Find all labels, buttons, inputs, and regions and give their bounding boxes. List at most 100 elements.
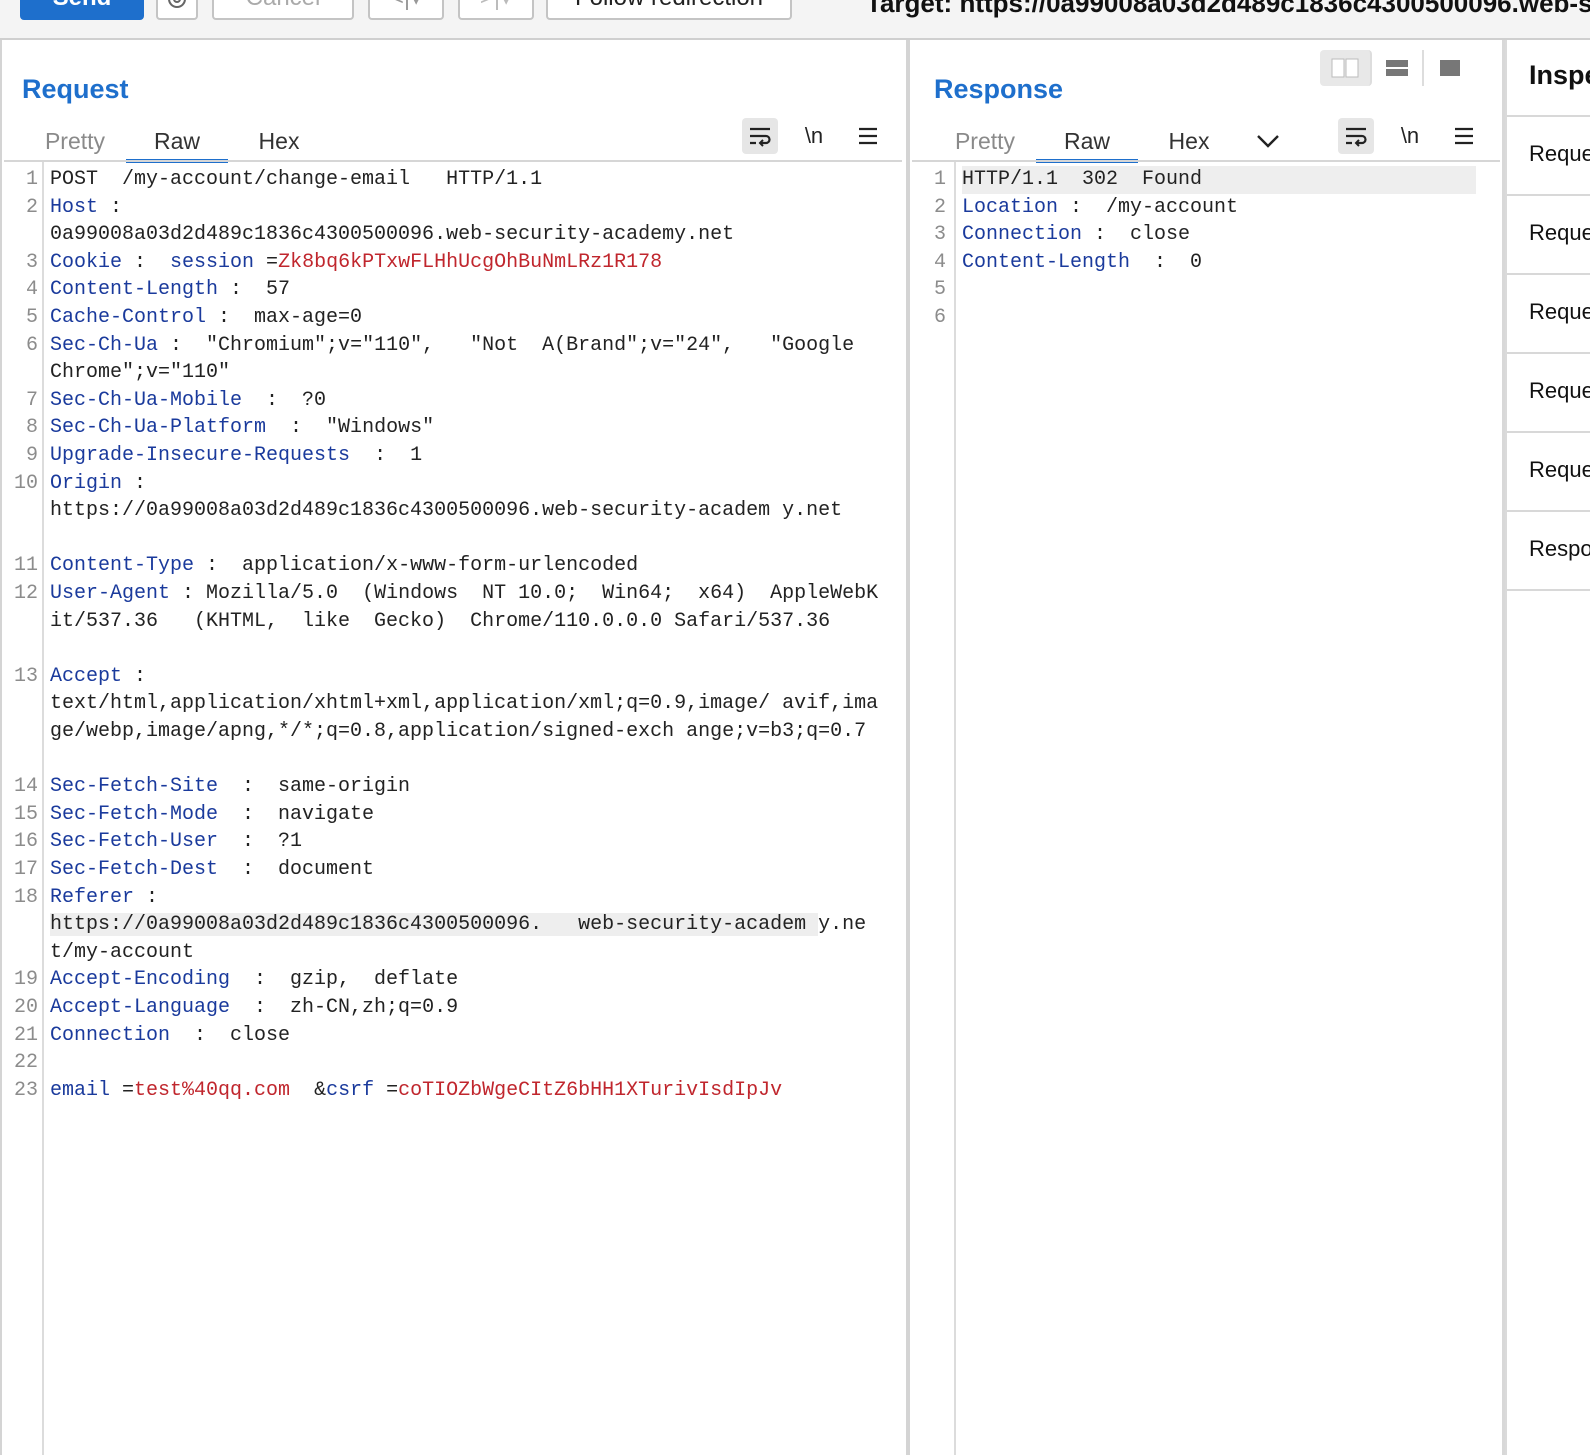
param-equals: = <box>110 1078 135 1102</box>
line-number: 3 <box>933 223 946 247</box>
menu-icon[interactable] <box>850 118 886 154</box>
request-line-start: POST /my-account/change-email HTTP/1.1 <box>50 168 543 191</box>
header-name: Content-Type <box>50 554 195 578</box>
header-value: : application/x-www-form-urlencoded <box>194 554 639 578</box>
response-gutter <box>910 162 956 1455</box>
line-number: 11 <box>13 554 38 578</box>
header-value: : close <box>1082 223 1191 247</box>
line-number: 1 <box>933 168 946 191</box>
line-number: 5 <box>933 278 946 302</box>
header-value: : same-origin <box>218 775 411 799</box>
cancel-button[interactable]: Cancel <box>212 0 354 20</box>
response-tab-raw[interactable]: Raw <box>1036 120 1138 163</box>
line-number: 6 <box>933 306 946 329</box>
inspector-response-headers[interactable]: Response headers <box>1507 512 1590 591</box>
header-value: : navigate <box>218 802 375 826</box>
settings-button[interactable] <box>156 0 198 20</box>
inspector-request-query-parameters[interactable]: Request query parameters <box>1507 196 1590 275</box>
line-number: 19 <box>13 968 38 992</box>
gear-icon <box>168 0 186 8</box>
inspector-request-body-parameters[interactable]: Request body parameters <box>1507 275 1590 354</box>
header-value: https://0a99008a03d2d489c1836c4300500096… <box>50 913 819 937</box>
header-separator: : <box>98 195 123 219</box>
request-tab-raw[interactable]: Raw <box>126 120 228 163</box>
header-value: : document <box>218 858 375 881</box>
header-name: Host <box>50 195 99 219</box>
header-value: : ?0 <box>242 388 327 412</box>
header-name: Sec-Ch-Ua <box>50 333 159 357</box>
header-value: 0a99008a03d2d489c1836c4300500096.web-sec… <box>50 223 735 247</box>
line-number: 12 <box>13 582 38 605</box>
line-number: 7 <box>25 388 38 412</box>
header-value: https://0a99008a03d2d489c1836c4300500096… <box>50 499 843 523</box>
inspector-request-attributes[interactable]: Request attributes <box>1507 117 1590 196</box>
header-value: : "Chromium";v="110", "Not A(Brand";v="2… <box>50 333 879 385</box>
param-name: csrf <box>326 1078 375 1102</box>
split-horizontal-icon[interactable] <box>1320 50 1372 86</box>
header-name: Accept-Language <box>50 996 231 1019</box>
history-forward-label: >|▾ <box>480 0 512 12</box>
inspector-request-cookies[interactable]: Request cookies <box>1507 354 1590 433</box>
line-number: 9 <box>25 444 38 467</box>
wrap-lines-icon[interactable] <box>1338 118 1374 154</box>
header-value: : 1 <box>350 444 423 467</box>
chevron-down-icon[interactable] <box>1240 120 1296 162</box>
param-name: email <box>50 1078 111 1102</box>
newline-toggle[interactable]: \n <box>796 118 832 154</box>
header-name: Sec-Fetch-Site <box>50 775 219 799</box>
line-number: 4 <box>933 250 946 274</box>
response-tab-pretty[interactable]: Pretty <box>934 120 1036 162</box>
line-number: 14 <box>13 775 38 799</box>
header-value: : close <box>170 1023 291 1047</box>
history-back-button[interactable]: <|▾ <box>368 0 444 20</box>
line-number: 21 <box>13 1023 38 1047</box>
wrap-lines-icon[interactable] <box>742 118 778 154</box>
target-prefix: Target: <box>866 0 953 18</box>
inspector-request-headers[interactable]: Request headers <box>1507 433 1590 512</box>
target-host[interactable]: Target: https://0a99008a03d2d489c1836c43… <box>866 0 1590 19</box>
single-pane-icon[interactable] <box>1424 50 1476 86</box>
cookie-name: session <box>170 250 255 274</box>
follow-redirection-button[interactable]: Follow redirection <box>546 0 792 20</box>
header-value: : max-age=0 <box>206 306 363 329</box>
history-forward-button[interactable]: >|▾ <box>458 0 534 20</box>
line-number: 17 <box>13 858 38 881</box>
header-name: Origin <box>50 471 123 495</box>
header-name: Accept <box>50 664 123 688</box>
header-separator: : <box>122 250 171 274</box>
cancel-label: Cancel <box>246 0 321 12</box>
request-tab-hex[interactable]: Hex <box>228 120 330 162</box>
request-editor[interactable]: 1 POST /my-account/change-email HTTP/1.1… <box>2 162 902 1455</box>
line-number: 20 <box>13 996 38 1019</box>
menu-icon[interactable] <box>1446 118 1482 154</box>
line-number: 1 <box>25 168 38 191</box>
line-number: 18 <box>13 885 38 909</box>
line-number: 15 <box>13 802 38 826</box>
header-value: : gzip, deflate <box>230 968 459 992</box>
top-toolbar: Send Cancel <|▾ >|▾ Follow redirection T… <box>0 0 1590 40</box>
split-vertical-icon[interactable] <box>1372 50 1424 86</box>
header-name: Cache-Control <box>50 306 207 329</box>
header-name: Sec-Ch-Ua-Mobile <box>50 388 243 412</box>
param-value: test%40qq.com <box>134 1078 291 1102</box>
header-value: : Mozilla/5.0 (Windows NT 10.0; Win64; x… <box>50 582 879 633</box>
target-url: https://0a99008a03d2d489c1836c4300500096… <box>959 0 1590 18</box>
response-tabs: Pretty Raw Hex <box>934 120 1296 163</box>
line-number: 13 <box>13 664 38 688</box>
newline-toggle[interactable]: \n <box>1392 118 1428 154</box>
follow-redirection-label: Follow redirection <box>575 0 763 12</box>
history-back-label: <|▾ <box>390 0 422 12</box>
header-name: Sec-Fetch-User <box>50 830 219 854</box>
header-value: : 0 <box>1130 250 1203 274</box>
header-name: User-Agent <box>50 582 171 605</box>
response-tab-hex[interactable]: Hex <box>1138 120 1240 162</box>
header-separator: : <box>122 471 147 495</box>
request-tab-pretty[interactable]: Pretty <box>24 120 126 162</box>
header-name: Sec-Fetch-Dest <box>50 858 219 881</box>
response-title: Response <box>934 74 1064 104</box>
header-name: Cookie <box>50 250 123 274</box>
request-tabs: Pretty Raw Hex <box>24 120 330 163</box>
header-name: Content-Length <box>50 278 219 302</box>
response-editor[interactable]: 1 HTTP/1.1 302 Found 2 Location : /my-ac… <box>910 162 1500 1455</box>
send-button[interactable]: Send <box>20 0 144 20</box>
